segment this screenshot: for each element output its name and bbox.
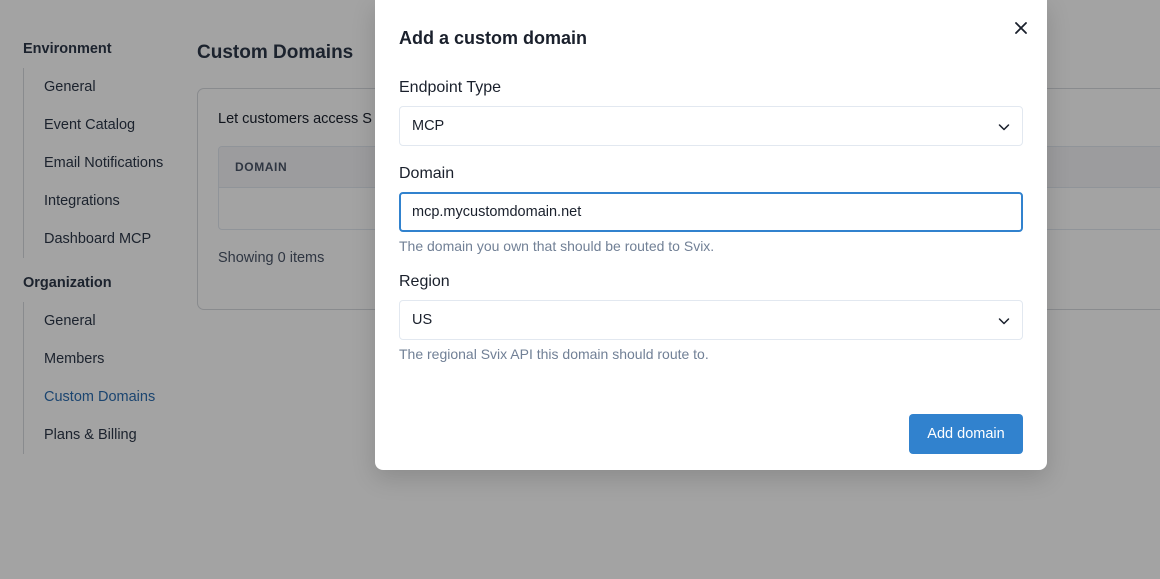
close-button[interactable] (1009, 16, 1033, 40)
close-icon (1015, 22, 1027, 34)
endpoint-type-label: Endpoint Type (399, 79, 502, 96)
region-label: Region (399, 273, 450, 290)
region-value: US (412, 312, 433, 328)
settings-page: Environment General Event Catalog Email … (0, 0, 1160, 579)
endpoint-type-value: MCP (412, 118, 445, 134)
endpoint-type-select[interactable]: MCP (399, 106, 1023, 146)
add-custom-domain-modal: Add a custom domain Endpoint Type MCP Do… (375, 0, 1047, 470)
domain-input[interactable] (399, 192, 1023, 232)
domain-helper-text: The domain you own that should be routed… (399, 238, 715, 254)
modal-title: Add a custom domain (399, 28, 588, 48)
chevron-down-icon (998, 124, 1010, 131)
domain-label: Domain (399, 165, 455, 182)
chevron-down-icon (998, 318, 1010, 325)
region-helper-text: The regional Svix API this domain should… (399, 346, 709, 362)
add-domain-button[interactable]: Add domain (909, 414, 1023, 454)
region-select[interactable]: US (399, 300, 1023, 340)
